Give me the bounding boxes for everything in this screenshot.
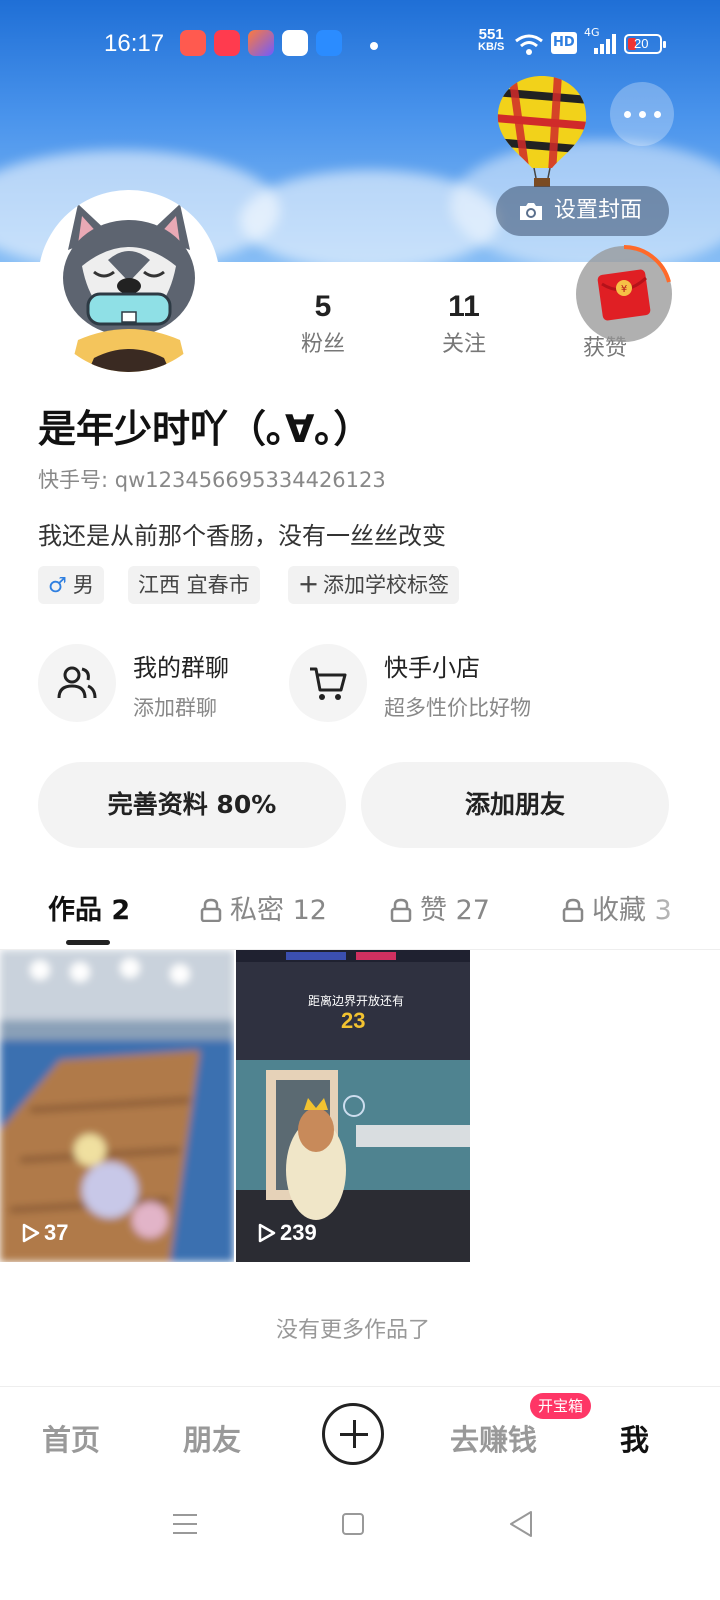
plus-icon: ＋ xyxy=(298,573,319,597)
nav-friends[interactable]: 朋友 xyxy=(183,1417,241,1459)
tabs-fade-overlay xyxy=(640,878,720,948)
kuaishou-shop-entry[interactable]: 快手小店 超多性价比好物 xyxy=(289,644,569,724)
more-options-button[interactable] xyxy=(610,82,674,146)
red-envelope-icon: ¥ xyxy=(597,269,651,321)
tab-likes-label: 赞 27 xyxy=(420,895,490,926)
media-app-icon xyxy=(282,30,308,56)
profile-bio: 我还是从前那个香肠，没有一丝丝改变 xyxy=(38,522,446,550)
create-post-button[interactable] xyxy=(322,1403,384,1465)
svg-text:¥: ¥ xyxy=(621,284,627,295)
avatar[interactable] xyxy=(38,190,220,372)
tab-works-label: 作品 2 xyxy=(48,895,131,926)
kuaishou-app-icon xyxy=(180,30,206,56)
status-bar: 16:17 551 KB/S HD 4G 20 xyxy=(0,20,720,70)
stat-fans[interactable]: 5 粉丝 xyxy=(278,290,368,358)
treasure-box-badge: 开宝箱 xyxy=(530,1393,592,1419)
complete-profile-button[interactable]: 完善资料 80% xyxy=(38,762,346,848)
husky-avatar-image xyxy=(63,204,195,372)
system-nav-bar xyxy=(0,1490,720,1600)
network-speed-value: 551 xyxy=(478,26,504,43)
active-tab-indicator xyxy=(66,940,110,945)
status-time: 16:17 xyxy=(104,30,165,57)
group-chat-title: 我的群聊 xyxy=(133,654,229,682)
video-2-play-count: 239 xyxy=(258,1220,317,1246)
stat-following-value: 11 xyxy=(448,290,480,323)
content-tabs: 作品 2 私密 12 赞 27 收藏 3 xyxy=(0,878,720,950)
video-2-overlay-title: 距离边界开放还有 xyxy=(308,994,405,1008)
video-thumbnail-1[interactable]: 37 xyxy=(0,950,234,1262)
set-cover-label: 设置封面 xyxy=(554,198,643,223)
lock-icon xyxy=(200,898,222,922)
hot-air-balloon-image xyxy=(497,76,587,187)
menu-icon[interactable] xyxy=(172,1512,198,1536)
male-icon: ♂ xyxy=(48,573,67,597)
gender-label: 男 xyxy=(72,573,94,597)
stat-fans-label: 粉丝 xyxy=(300,332,345,357)
signal-icon xyxy=(594,34,616,54)
video-app-icon xyxy=(214,30,240,56)
hd-icon: HD xyxy=(551,32,577,54)
group-users-icon xyxy=(57,666,97,699)
add-friend-button[interactable]: 添加朋友 xyxy=(361,762,669,848)
play-icon xyxy=(22,1223,40,1243)
back-icon[interactable] xyxy=(508,1510,534,1538)
red-packet-button[interactable]: ¥ xyxy=(576,245,672,342)
lock-icon xyxy=(562,898,584,922)
paint-app-icon xyxy=(248,30,274,56)
bottom-nav: 首页 朋友 去赚钱 开宝箱 我 xyxy=(0,1386,720,1486)
video-1-plays: 37 xyxy=(44,1220,69,1245)
stat-following[interactable]: 11 关注 xyxy=(419,290,509,358)
shop-icon-bg xyxy=(289,644,367,722)
video-thumbnail-2[interactable]: 距离边界开放还有 23 239 xyxy=(236,950,470,1262)
shop-subtitle: 超多性价比好物 xyxy=(384,696,531,720)
add-school-tag[interactable]: ＋添加学校标签 xyxy=(288,566,459,604)
stat-fans-value: 5 xyxy=(314,290,332,323)
add-school-label: 添加学校标签 xyxy=(323,573,449,597)
video-1-play-count: 37 xyxy=(22,1220,68,1246)
group-chat-subtitle: 添加群聊 xyxy=(133,696,217,720)
stat-following-label: 关注 xyxy=(441,332,486,357)
video-2-plays: 239 xyxy=(280,1220,317,1245)
wifi-icon xyxy=(515,34,543,55)
tab-likes[interactable]: 赞 27 xyxy=(390,888,490,927)
location-label: 江西 宜春市 xyxy=(138,573,250,597)
video-1-cover-image xyxy=(0,950,234,1262)
network-speed: 551 KB/S xyxy=(478,26,505,54)
shopping-cart-icon xyxy=(310,667,347,700)
video-2-countdown: 23 xyxy=(341,1008,366,1033)
tab-works[interactable]: 作品 2 xyxy=(48,888,130,927)
no-more-works-text: 没有更多作品了 xyxy=(275,1318,430,1343)
lock-icon xyxy=(390,898,412,922)
kuaishou-id[interactable]: 快手号: qw123456695334426123 xyxy=(38,464,386,494)
camera-icon xyxy=(520,203,542,220)
battery-level: 20 xyxy=(634,36,649,51)
home-square-icon[interactable] xyxy=(341,1512,365,1536)
group-chat-entry[interactable]: 我的群聊 添加群聊 xyxy=(38,644,268,724)
nav-earn[interactable]: 去赚钱 xyxy=(450,1417,537,1459)
browser-app-icon xyxy=(316,30,342,56)
more-notifications-dot xyxy=(370,42,378,50)
tab-private[interactable]: 私密 12 xyxy=(200,888,327,927)
play-icon xyxy=(258,1223,276,1243)
profile-name: 是年少时吖（｡∀｡） xyxy=(38,407,372,451)
battery-icon: 20 xyxy=(624,34,666,54)
network-speed-unit: KB/S xyxy=(478,41,505,53)
tab-private-label: 私密 12 xyxy=(230,895,327,926)
group-chat-icon-bg xyxy=(38,644,116,722)
set-cover-button[interactable]: 设置封面 xyxy=(496,186,669,236)
nav-home[interactable]: 首页 xyxy=(42,1417,100,1459)
location-tag[interactable]: 江西 宜春市 xyxy=(128,566,260,604)
shop-title: 快手小店 xyxy=(384,654,480,682)
gender-tag[interactable]: ♂ 男 xyxy=(38,566,104,604)
nav-me[interactable]: 我 xyxy=(620,1417,649,1459)
